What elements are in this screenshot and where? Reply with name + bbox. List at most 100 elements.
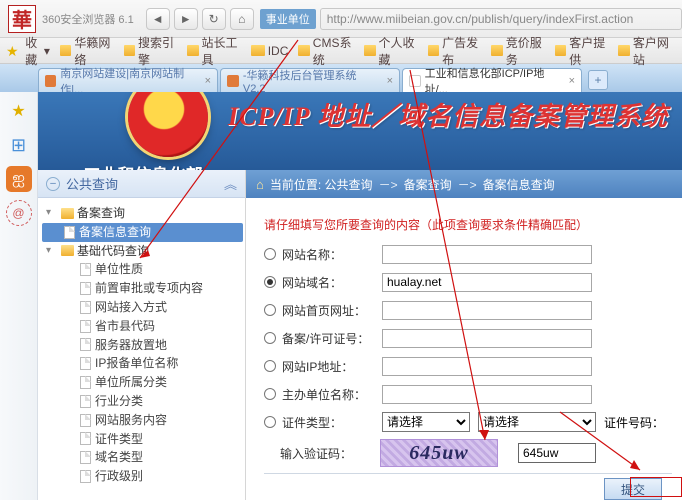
bookmark-item[interactable]: 竞价服务: [491, 34, 545, 68]
close-icon[interactable]: ×: [569, 75, 575, 87]
tree-node[interactable]: 行业分类: [42, 392, 243, 411]
sidebar-at-icon[interactable]: @: [6, 200, 32, 226]
tree-node[interactable]: 单位所属分类: [42, 373, 243, 392]
tree-node[interactable]: 证件类型: [42, 430, 243, 449]
select-cert-type-2[interactable]: 请选择: [478, 412, 596, 432]
tab-miibeian[interactable]: 工业和信息化部ICP/IP地址/...×: [402, 68, 582, 92]
folder-icon: [555, 45, 566, 56]
tree-node[interactable]: 域名类型: [42, 448, 243, 467]
input-site-ip[interactable]: [382, 357, 592, 376]
folder-icon: [124, 45, 135, 56]
input-site-domain[interactable]: [382, 273, 592, 292]
close-icon[interactable]: ×: [387, 75, 393, 87]
input-org-name[interactable]: [382, 385, 592, 404]
bookmark-item[interactable]: CMS系统: [298, 34, 354, 68]
bookmark-item[interactable]: 站长工具: [187, 34, 241, 68]
doc-icon: [80, 263, 91, 276]
favicon-icon: [409, 75, 421, 87]
label-site-ip: 网站IP地址：: [282, 358, 382, 375]
tree-node-record-info-query[interactable]: 备案信息查询: [42, 223, 243, 242]
tab-hualay-admin[interactable]: -华籁科技后台管理系统 V2.2×: [220, 68, 400, 92]
tree-node[interactable]: 省市县代码: [42, 317, 243, 336]
radio-site-name[interactable]: [264, 248, 276, 260]
bookmark-item[interactable]: 个人收藏: [364, 34, 418, 68]
sidebar-apps-icon[interactable]: ⊞: [6, 132, 32, 158]
bookmark-item[interactable]: 搜索引擎: [124, 34, 178, 68]
browser-title: 360安全浏览器 6.1: [42, 11, 134, 27]
radio-cert-type[interactable]: [264, 416, 276, 428]
bookmark-item[interactable]: 华籁网络: [60, 34, 114, 68]
doc-icon: [80, 301, 91, 314]
org-name: 工业和信息化部: [84, 161, 203, 171]
doc-icon: [80, 338, 91, 351]
site-banner: 工业和信息化部 ICP/IP 地址／域名信息备案管理系统: [38, 92, 682, 170]
sidebar-header[interactable]: – 公共查询 ︽: [38, 170, 245, 198]
back-button[interactable]: ◄: [146, 8, 170, 30]
doc-icon: [80, 282, 91, 295]
nav-tree: ▾备案查询 备案信息查询 ▾基础代码查询 单位性质 前置审批或专项内容 网站接入…: [38, 198, 245, 492]
radio-site-url[interactable]: [264, 304, 276, 316]
collapse-icon[interactable]: –: [46, 177, 60, 191]
forward-button[interactable]: ►: [174, 8, 198, 30]
captcha-image[interactable]: 645uw: [380, 439, 498, 467]
tree-node-base-code[interactable]: ▾基础代码查询: [42, 242, 243, 261]
home-icon: ⌂: [256, 177, 264, 192]
doc-icon: [80, 470, 91, 483]
select-cert-type-1[interactable]: 请选择: [382, 412, 470, 432]
input-site-name[interactable]: [382, 245, 592, 264]
tree-node[interactable]: 行政级别: [42, 467, 243, 486]
tree-node[interactable]: 单位性质: [42, 260, 243, 279]
folder-icon: [60, 45, 71, 56]
input-captcha[interactable]: [518, 443, 596, 463]
folder-icon: [428, 45, 439, 56]
breadcrumb-link[interactable]: 备案查询: [404, 176, 452, 193]
reload-button[interactable]: ↻: [202, 8, 226, 30]
main-panel: ⌂ 当前位置: 公共查询 －> 备案查询 －> 备案信息查询 请仔细填写您所要查…: [246, 170, 682, 500]
input-record-no[interactable]: [382, 329, 592, 348]
form-note: 请仔细填写您所要查询的内容（此项查询要求条件精确匹配）: [264, 216, 672, 233]
new-tab-button[interactable]: +: [588, 70, 608, 90]
url-input[interactable]: http://www.miibeian.gov.cn/publish/query…: [320, 8, 682, 30]
home-button[interactable]: ⌂: [230, 8, 254, 30]
doc-icon: [64, 226, 75, 239]
bookmark-item[interactable]: 客户网站: [618, 34, 672, 68]
browser-logo-icon: 華: [8, 5, 36, 33]
favicon-icon: [45, 75, 56, 87]
close-icon[interactable]: ×: [205, 75, 211, 87]
radio-org-name[interactable]: [264, 388, 276, 400]
radio-site-ip[interactable]: [264, 360, 276, 372]
sidebar-favorite-icon[interactable]: ★: [6, 98, 32, 124]
tree-node-record-query[interactable]: ▾备案查询: [42, 204, 243, 223]
tree-node[interactable]: 服务器放置地: [42, 336, 243, 355]
folder-icon: [187, 45, 198, 56]
doc-icon: [80, 451, 91, 464]
bookmark-item[interactable]: 收藏 ▾: [25, 34, 50, 68]
tree-node[interactable]: 网站服务内容: [42, 411, 243, 430]
bookmark-item[interactable]: 广告发布: [428, 34, 482, 68]
tree-node[interactable]: 网站接入方式: [42, 298, 243, 317]
sidebar-weibo-icon[interactable]: ஐ: [6, 166, 32, 192]
doc-icon: [80, 395, 91, 408]
tab-nanjing[interactable]: 南京网站建设|南京网站制作|...×: [38, 68, 218, 92]
national-emblem-icon: [128, 92, 208, 157]
radio-site-domain[interactable]: [264, 276, 276, 288]
input-site-url[interactable]: [382, 301, 592, 320]
favicon-icon: [227, 75, 239, 87]
bookmark-item[interactable]: IDC: [251, 44, 289, 58]
tree-node[interactable]: 前置审批或专项内容: [42, 279, 243, 298]
doc-icon: [80, 357, 91, 370]
doc-icon: [80, 376, 91, 389]
label-cert-no: 证件号码：: [604, 414, 664, 431]
bookmark-item[interactable]: 客户提供: [555, 34, 609, 68]
label-org-name: 主办单位名称：: [282, 386, 382, 403]
tree-node[interactable]: IP报备单位名称: [42, 354, 243, 373]
favorites-icon[interactable]: ★: [6, 43, 19, 59]
chevron-icon: ︽: [224, 174, 237, 193]
tab-bar: 南京网站建设|南京网站制作|...× -华籁科技后台管理系统 V2.2× 工业和…: [0, 64, 682, 92]
doc-icon: [80, 414, 91, 427]
browser-titlebar: 華 360安全浏览器 6.1 ◄ ► ↻ ⌂ 事业单位 http://www.m…: [0, 0, 682, 38]
breadcrumb-link[interactable]: 公共查询: [325, 176, 373, 193]
doc-icon: [80, 432, 91, 445]
radio-record-no[interactable]: [264, 332, 276, 344]
query-form: 请仔细填写您所要查询的内容（此项查询要求条件精确匹配） 网站名称： 网站域名： …: [246, 198, 682, 500]
